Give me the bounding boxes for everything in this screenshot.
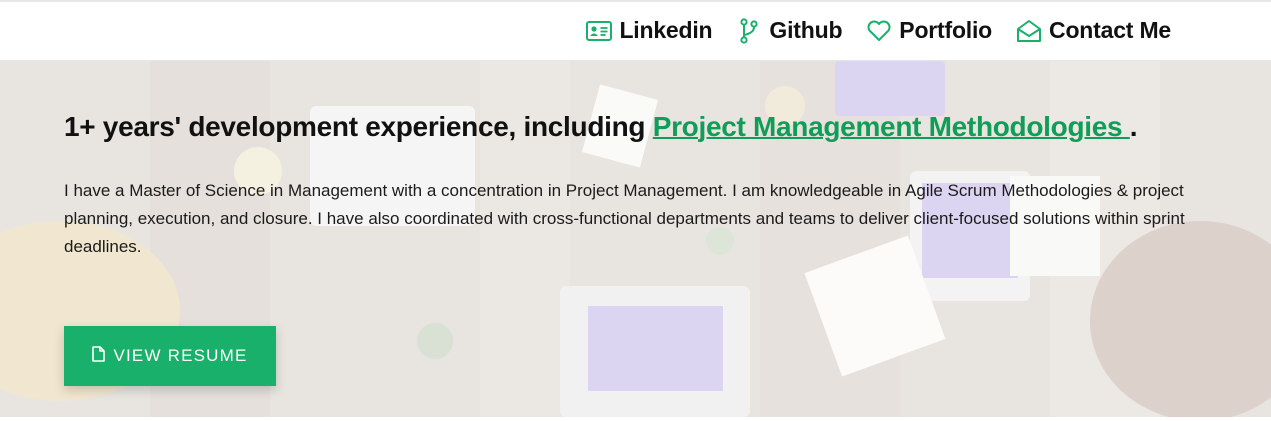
hero-description: I have a Master of Science in Management… [64, 181, 1185, 256]
branch-icon [736, 17, 762, 44]
nav-linkedin-label: Linkedin [619, 17, 713, 43]
file-icon [92, 345, 106, 367]
heart-icon [866, 18, 892, 44]
nav-contact-link[interactable]: Contact Me [1016, 17, 1171, 44]
hero-section: 1+ years' development experience, includ… [0, 61, 1271, 417]
nav-portfolio-label: Portfolio [899, 17, 993, 43]
envelope-open-icon [1016, 18, 1042, 44]
nav-linkedin-link[interactable]: Linkedin [586, 17, 713, 44]
view-resume-label: VIEW RESUME [113, 346, 248, 365]
nav-github-link[interactable]: Github [736, 17, 842, 44]
project-management-link[interactable]: Project Management Methodologies [653, 111, 1130, 142]
bottom-spacer [0, 417, 1271, 421]
id-card-icon [586, 18, 613, 44]
navbar: Linkedin Github Portfolio Contact Me [0, 2, 1271, 61]
nav-contact-label: Contact Me [1049, 17, 1171, 43]
nav-portfolio-link[interactable]: Portfolio [866, 17, 992, 44]
hero-headline: 1+ years' development experience, includ… [64, 111, 1138, 143]
nav-links: Linkedin Github Portfolio Contact Me [586, 17, 1171, 44]
headline-prefix: 1+ years' development experience, includ… [64, 111, 653, 142]
headline-suffix: . [1129, 111, 1138, 142]
nav-github-label: Github [769, 17, 843, 43]
view-resume-button[interactable]: VIEW RESUME [64, 326, 276, 386]
